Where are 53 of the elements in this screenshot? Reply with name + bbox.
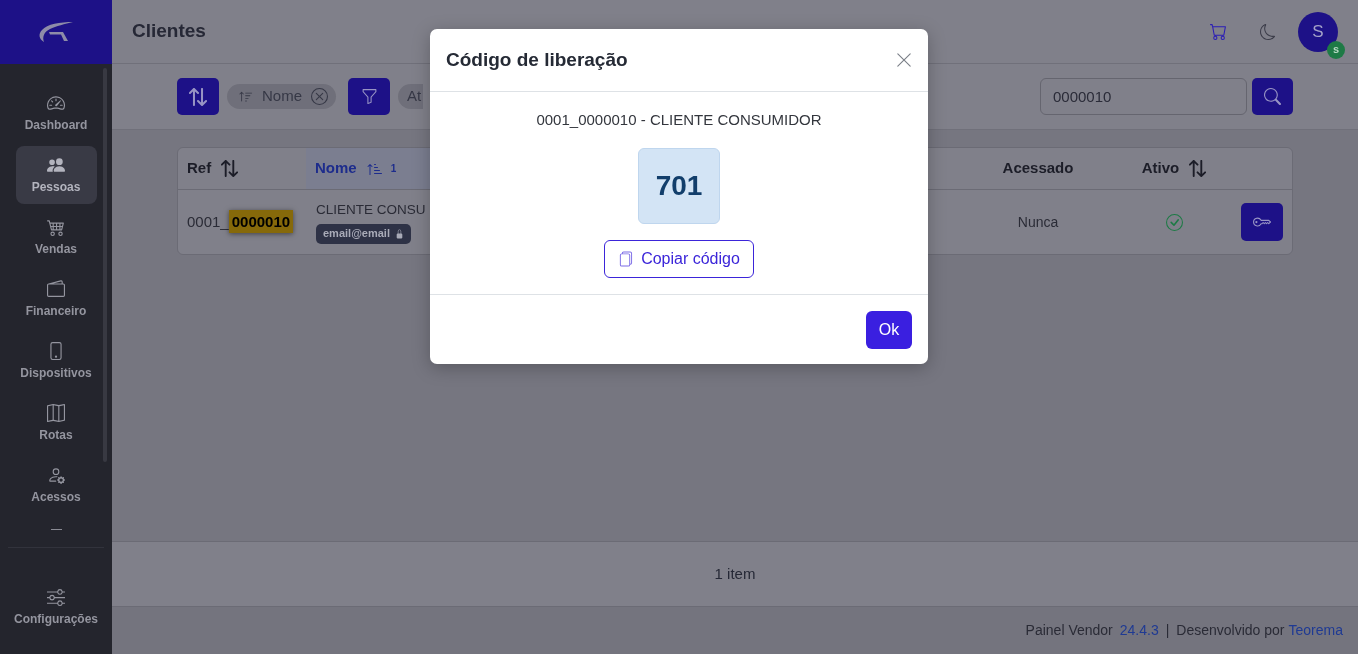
copy-code-button[interactable]: Copiar código [604, 240, 754, 278]
sidebar-item[interactable]: Rotas [15, 394, 97, 452]
sort-order: 1 [390, 162, 397, 176]
map-icon [47, 404, 65, 422]
copy-icon [618, 251, 634, 267]
cart-icon [47, 218, 65, 236]
ok-button[interactable]: Ok [866, 311, 912, 349]
sidebar-item[interactable]: Pessoas [15, 146, 97, 204]
sort-header[interactable]: Nome 1 [306, 148, 431, 189]
sort-ascending-icon [239, 89, 253, 104]
dash-icon [50, 529, 62, 530]
person-gear-icon [47, 466, 65, 484]
search-field[interactable]: 0000010 [1040, 78, 1247, 115]
sliders-icon [47, 588, 65, 606]
client-name: CLIENTE CONSU [316, 201, 426, 220]
sidebar-item[interactable]: Dispositivos [15, 332, 97, 390]
sidebar-item[interactable]: Vendas [15, 208, 97, 266]
active-filter: At [398, 84, 423, 109]
sort-header[interactable]: Ativo [1101, 148, 1223, 189]
sidebar-item[interactable]: Acessos [15, 456, 97, 514]
search-icon [1264, 88, 1281, 105]
sort-field-label: Nome [262, 86, 302, 107]
client-subject: 0001_0000010 - CLIENTE CONSUMIDOR [536, 110, 822, 130]
phone-icon [47, 342, 65, 360]
credit-text: Desenvolvido por [1176, 621, 1285, 640]
logo-icon [38, 21, 74, 43]
close-icon[interactable] [895, 51, 913, 69]
client-email: email@email [323, 226, 390, 242]
funnel-icon [360, 88, 378, 105]
release-code: 701 [638, 148, 720, 224]
filter-button[interactable] [348, 78, 390, 115]
people-icon [47, 156, 65, 174]
sidebar-item[interactable]: Configurações [10, 578, 102, 636]
sidebar-item[interactable]: Financeiro [15, 270, 97, 328]
sort-header[interactable]: Ref [178, 148, 306, 189]
item-count: 1 item [714, 563, 756, 584]
page-title: Clientes [132, 19, 206, 44]
column-header: Acessado [1002, 158, 1074, 179]
cart-icon [1209, 23, 1227, 40]
app-name: Painel Vendor [1025, 621, 1113, 640]
separator-text: | [1165, 621, 1170, 640]
sort-button[interactable] [177, 78, 219, 115]
status-badge: s [1327, 40, 1345, 59]
search-button[interactable] [1252, 78, 1293, 115]
last-access: Nunca [1017, 212, 1059, 232]
wallet-icon [47, 280, 65, 298]
key-button[interactable] [1241, 203, 1283, 241]
sidebar-item[interactable]: Dashboard [15, 84, 97, 142]
sort-arrows-icon [189, 87, 207, 106]
client-ref: 0001_0000010 [187, 210, 294, 233]
modal-title: Código de liberação [446, 47, 628, 72]
moon-icon [1260, 23, 1276, 40]
gauge-icon [47, 94, 65, 112]
